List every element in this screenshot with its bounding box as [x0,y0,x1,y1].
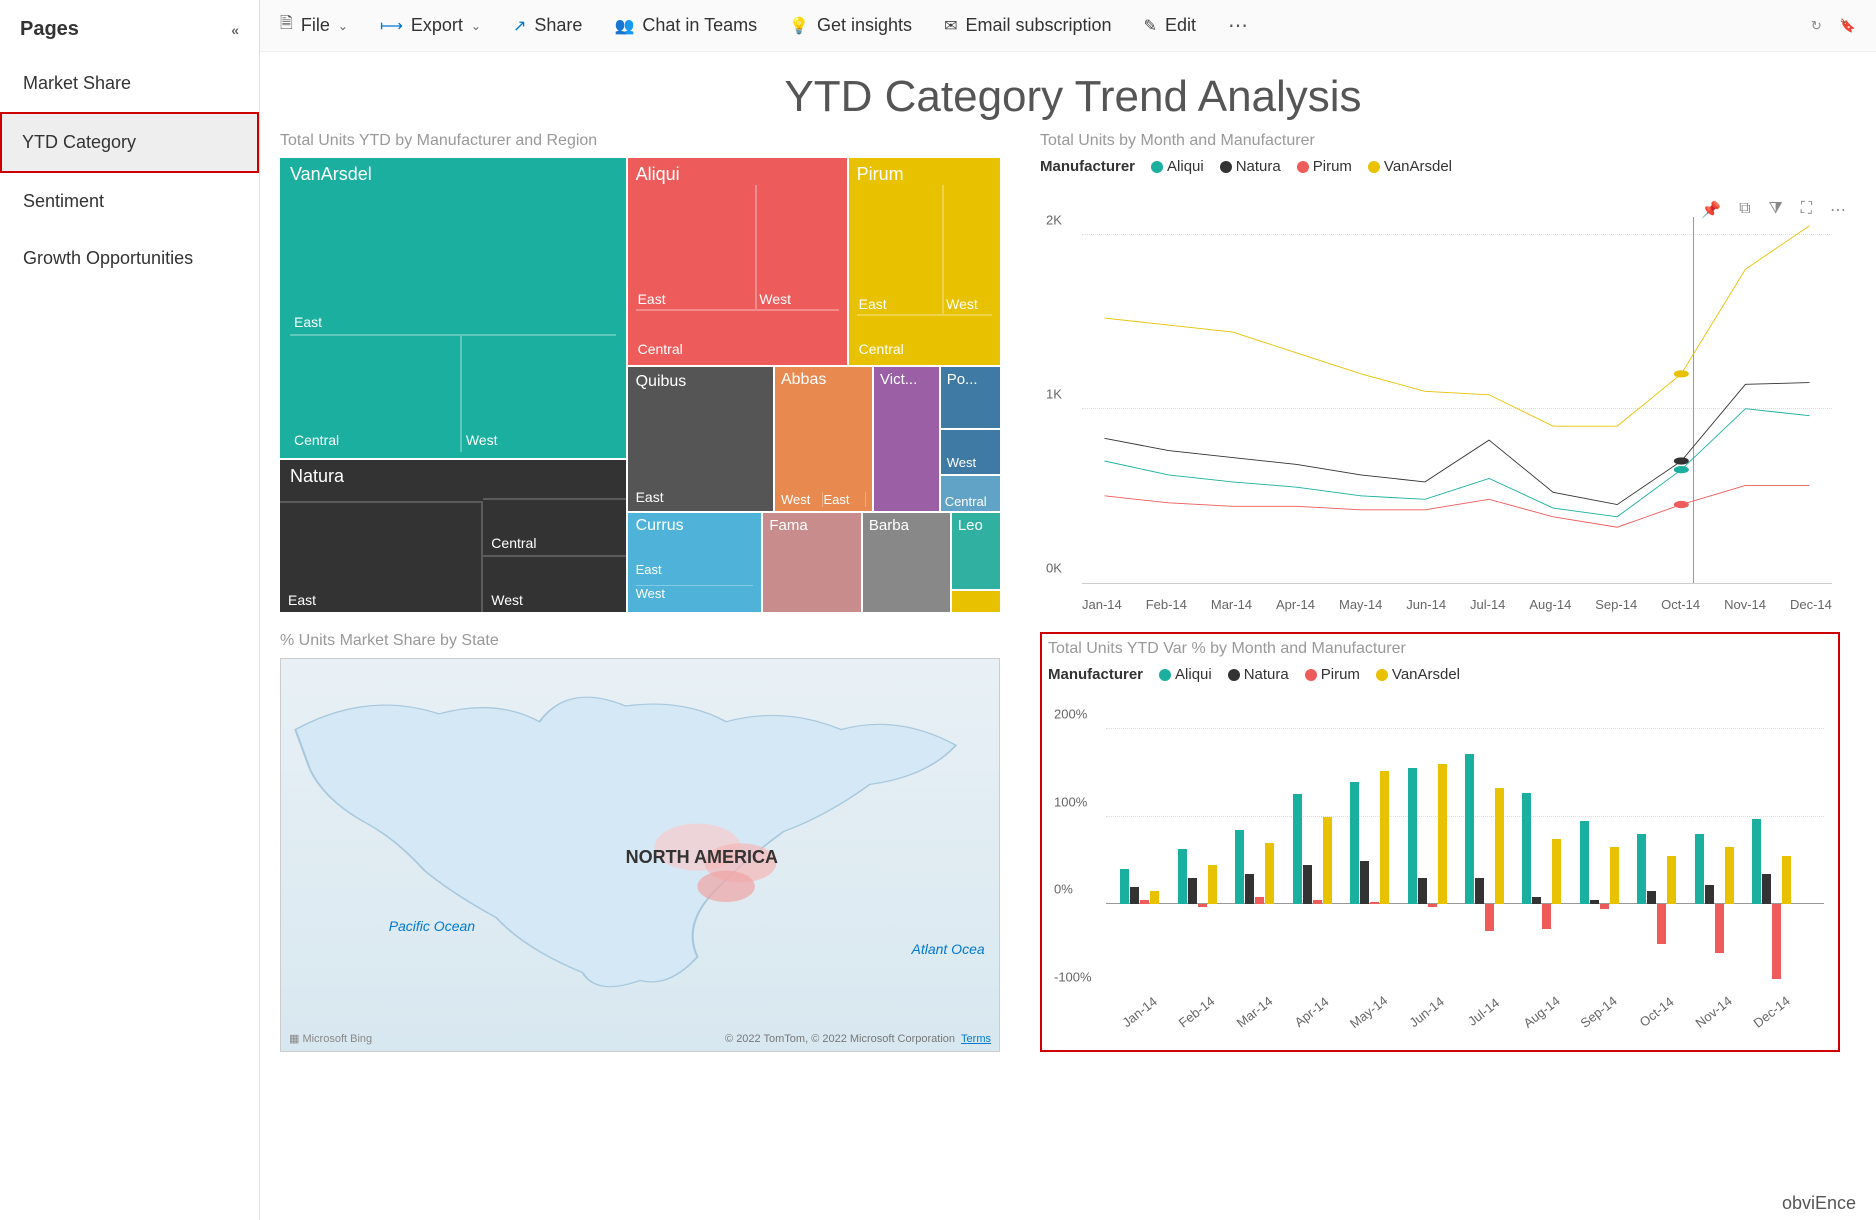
page-ytd-category[interactable]: YTD Category [0,112,259,173]
chevron-down-icon: ⌄ [471,19,481,33]
brand-footer: obviEnce [1782,1193,1856,1214]
edit-button[interactable]: ✎ Edit [1144,15,1196,36]
map-visual[interactable]: % Units Market Share by State NORTH AMER… [280,632,1000,1052]
bar-chart-visual[interactable]: Total Units YTD Var % by Month and Manuf… [1040,632,1840,1052]
treemap-barba[interactable]: Barba [863,513,950,612]
treemap-vanarsdel[interactable]: VanArsdel East CentralWest [280,158,626,458]
treemap-victoria[interactable]: Vict... [874,367,939,511]
more-options-button[interactable]: ⋯ [1228,13,1250,38]
treemap-leo[interactable]: Leo [952,513,1000,589]
line-chart-title: Total Units by Month and Manufacturer [1040,132,1840,150]
pencil-icon: ✎ [1144,16,1157,36]
treemap-currus[interactable]: CurrusEastWest [628,513,762,612]
bing-attribution: ▦ Microsoft Bing [289,1032,372,1045]
file-icon: 🗎 [280,12,293,39]
line-chart-visual[interactable]: Total Units by Month and Manufacturer Ma… [1040,132,1840,612]
treemap-pirum[interactable]: Pirum EastWest Central [849,158,1000,365]
lightbulb-icon: 💡 [789,16,809,36]
treemap-natura[interactable]: Natura East CentralWest [280,460,626,612]
treemap-aliqui[interactable]: Aliqui EastWest Central [628,158,847,365]
chevron-down-icon: ⌄ [338,19,348,33]
share-button[interactable]: ↗ Share [513,15,582,36]
chat-teams-button[interactable]: 👥 Chat in Teams [614,15,757,36]
line-chart-legend: Manufacturer Aliqui Natura Pirum VanArsd… [1040,158,1840,175]
file-menu[interactable]: 🗎 File ⌄ [280,12,348,39]
treemap-visual[interactable]: Total Units YTD by Manufacturer and Regi… [280,132,1000,612]
page-sentiment[interactable]: Sentiment [0,173,259,230]
refresh-icon[interactable]: ↻ [1811,18,1822,34]
export-menu[interactable]: ⟼ Export ⌄ [380,15,481,36]
map-terms-link[interactable]: Terms [961,1033,991,1045]
pages-title: Pages [20,18,79,41]
treemap-pomum[interactable]: Po... [941,367,1000,428]
teams-icon: 👥 [614,16,634,36]
email-subscription-button[interactable]: ✉ Email subscription [944,15,1111,36]
collapse-pane-icon[interactable]: « [231,22,239,38]
report-title: YTD Category Trend Analysis [280,72,1866,122]
page-growth-opportunities[interactable]: Growth Opportunities [0,230,259,287]
page-market-share[interactable]: Market Share [0,55,259,112]
export-icon: ⟼ [380,16,403,36]
bar-chart-title: Total Units YTD Var % by Month and Manuf… [1048,640,1832,658]
share-icon: ↗ [513,16,526,36]
map-region-label: NORTH AMERICA [626,847,778,868]
bookmark-icon[interactable]: 🔖 [1840,18,1856,34]
treemap-title: Total Units YTD by Manufacturer and Regi… [280,132,1000,150]
pages-pane: Pages « Market Share YTD Category Sentim… [0,0,260,1220]
mail-icon: ✉ [944,16,957,36]
toolbar: 🗎 File ⌄ ⟼ Export ⌄ ↗ Share 👥 Chat in Te… [260,0,1876,52]
treemap-quibus[interactable]: QuibusEast [628,367,773,511]
treemap-abbas[interactable]: AbbasWestEast [775,367,872,511]
bar-chart-legend: Manufacturer Aliqui Natura Pirum VanArsd… [1048,666,1832,683]
get-insights-button[interactable]: 💡 Get insights [789,15,912,36]
report-canvas: YTD Category Trend Analysis 📌 ⧉ ⧩ ⛶ ⋯ To… [260,52,1876,1220]
map-title: % Units Market Share by State [280,632,1000,650]
treemap-fama[interactable]: Fama [763,513,861,612]
